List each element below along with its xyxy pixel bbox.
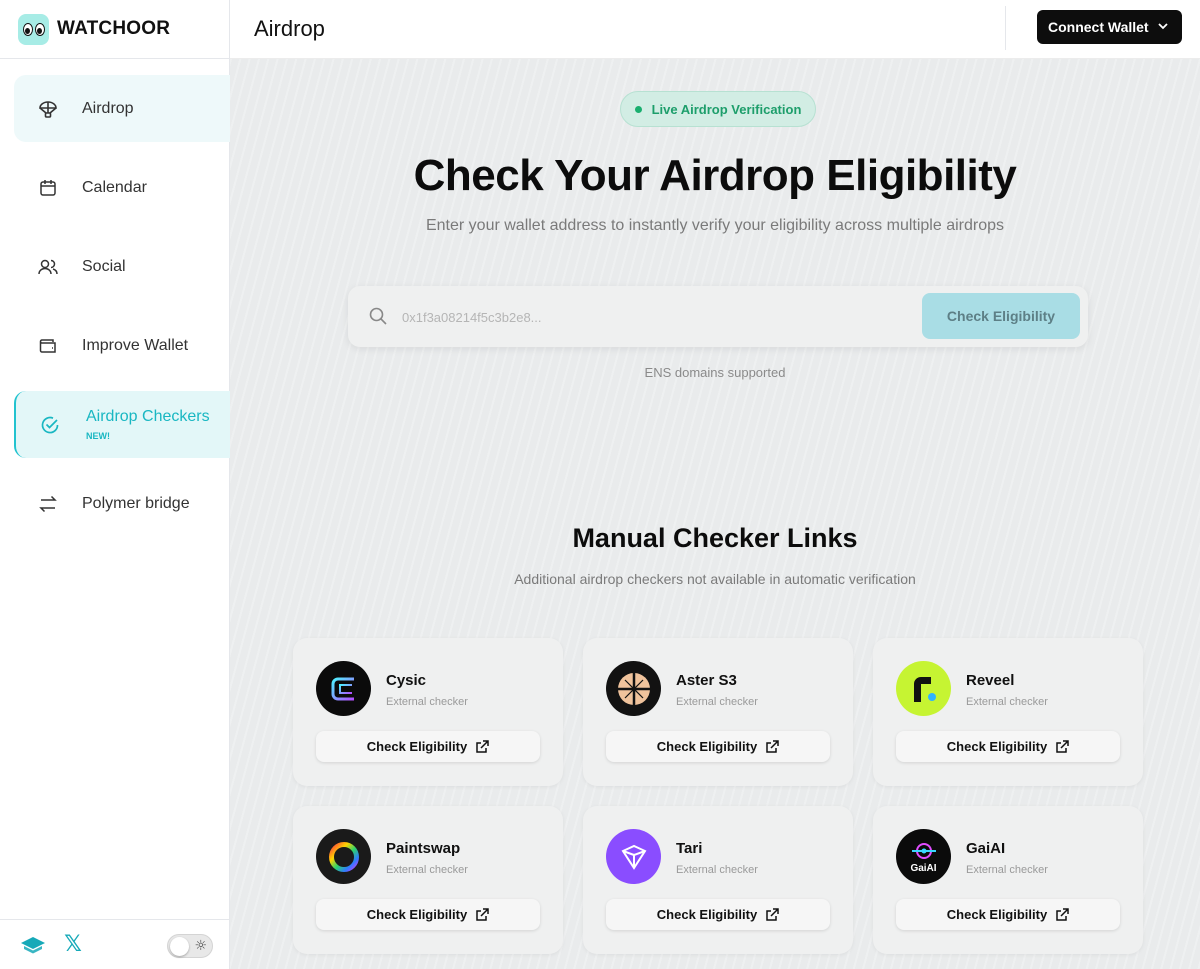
badge-label: Live Airdrop Verification [651, 101, 802, 117]
theme-toggle[interactable]: ☼ [167, 934, 213, 958]
parachute-icon [38, 99, 58, 119]
external-link-icon [476, 739, 489, 753]
checker-subtitle: External checker [966, 696, 1048, 708]
connect-wallet-label: Connect Wallet [1048, 19, 1149, 35]
wallet-icon [38, 336, 58, 356]
check-circle-icon [40, 415, 60, 435]
checker-card-tari: Tari External checker Check Eligibility [583, 806, 853, 954]
check-eligibility-button[interactable]: Check Eligibility [922, 293, 1080, 339]
check-eligibility-link[interactable]: Check Eligibility [316, 899, 540, 930]
search-icon [369, 307, 387, 325]
link-label: Check Eligibility [366, 739, 468, 754]
external-link-icon [1056, 739, 1069, 753]
checker-subtitle: External checker [676, 696, 758, 708]
external-link-icon [766, 907, 779, 921]
sidebar-item-label: Airdrop [82, 99, 134, 117]
checker-name: Paintswap [386, 840, 461, 857]
users-icon [38, 257, 58, 277]
checker-subtitle: External checker [386, 696, 468, 708]
checker-subtitle: External checker [966, 864, 1048, 876]
brand[interactable]: WATCHOOR [0, 0, 229, 59]
sidebar-item-polymer-bridge[interactable]: Polymer bridge [14, 470, 230, 537]
external-link-icon [1056, 907, 1069, 921]
swap-icon [38, 494, 58, 514]
manual-checkers-title: Manual Checker Links [572, 523, 858, 553]
checker-name: Reveel [966, 672, 1015, 689]
paintswap-logo-icon [316, 829, 371, 884]
check-eligibility-link[interactable]: Check Eligibility [896, 899, 1120, 930]
chevron-down-icon [1158, 23, 1168, 30]
header-divider [1005, 6, 1006, 50]
sidebar-item-calendar[interactable]: Calendar [14, 154, 230, 221]
tari-logo-icon [606, 829, 661, 884]
watchoor-logo-icon [18, 13, 49, 45]
check-eligibility-link[interactable]: Check Eligibility [606, 899, 830, 930]
sidebar-item-label: Airdrop Checkers [86, 407, 210, 425]
wallet-search-bar: Check Eligibility [348, 286, 1088, 347]
page-title: Airdrop [254, 16, 325, 41]
brand-name: WATCHOOR [57, 18, 171, 39]
gaiai-logo-icon: GaiAI [896, 829, 951, 884]
checker-name: Tari [676, 840, 703, 857]
sun-icon: ☼ [194, 938, 207, 954]
link-label: Check Eligibility [656, 739, 758, 754]
hero-title: Check Your Airdrop Eligibility [413, 151, 1017, 200]
check-eligibility-link[interactable]: Check Eligibility [316, 731, 540, 762]
toggle-knob [170, 937, 189, 956]
checker-card-paintswap: Paintswap External checker Check Eligibi… [293, 806, 563, 954]
external-link-icon [476, 907, 489, 921]
calendar-icon [38, 178, 58, 198]
live-verification-badge: Live Airdrop Verification [620, 91, 816, 127]
sidebar-footer: 𝕏 ☼ [0, 919, 229, 969]
stack-icon[interactable] [20, 934, 46, 956]
reveel-logo-icon [896, 661, 951, 716]
top-bar: Airdrop Connect Wallet [230, 0, 1200, 59]
checker-card-gaiai: GaiAI GaiAI External checker Check Eligi… [873, 806, 1143, 954]
checker-name: Aster S3 [676, 672, 737, 689]
check-eligibility-link[interactable]: Check Eligibility [896, 731, 1120, 762]
cysic-logo-icon [316, 661, 371, 716]
manual-checkers-subtitle: Additional airdrop checkers not availabl… [514, 571, 916, 587]
checker-card-reveel: Reveel External checker Check Eligibilit… [873, 638, 1143, 786]
link-label: Check Eligibility [946, 739, 1048, 754]
sidebar-item-label: Improve Wallet [82, 336, 189, 354]
sidebar-item-social[interactable]: Social [14, 233, 230, 300]
checker-name: GaiAI [966, 840, 1006, 857]
checker-subtitle: External checker [676, 864, 758, 876]
link-label: Check Eligibility [366, 907, 468, 922]
wallet-address-input[interactable] [402, 304, 902, 330]
sidebar-item-label: Social [82, 257, 126, 275]
sidebar-item-airdrop-checkers[interactable]: Airdrop Checkers NEW! [14, 391, 230, 458]
gaiai-logo-text: GaiAI [910, 862, 937, 874]
x-icon[interactable]: 𝕏 [60, 932, 86, 957]
checker-subtitle: External checker [386, 864, 468, 876]
main-content: Live Airdrop Verification Check Your Air… [230, 59, 1200, 969]
check-eligibility-link[interactable]: Check Eligibility [606, 731, 830, 762]
external-link-icon [766, 739, 779, 753]
sidebar-item-label: Polymer bridge [82, 494, 190, 512]
link-label: Check Eligibility [656, 907, 758, 922]
aster-logo-icon [606, 661, 661, 716]
checker-card-cysic: Cysic External checker Check Eligibility [293, 638, 563, 786]
sidebar-item-improve-wallet[interactable]: Improve Wallet [14, 312, 230, 379]
checker-name: Cysic [386, 672, 427, 689]
connect-wallet-button[interactable]: Connect Wallet [1037, 10, 1182, 44]
ens-note: ENS domains supported [644, 365, 786, 380]
sidebar: WATCHOOR Airdrop Calendar Social Improve… [0, 0, 230, 969]
checker-card-aster-s3: Aster S3 External checker Check Eligibil… [583, 638, 853, 786]
sidebar-item-label: Calendar [82, 178, 147, 196]
hero-subtitle: Enter your wallet address to instantly v… [425, 217, 1004, 234]
new-badge: NEW! [86, 431, 110, 441]
live-dot-icon [634, 105, 642, 113]
link-label: Check Eligibility [946, 907, 1048, 922]
sidebar-nav: Airdrop Calendar Social Improve Wallet A… [0, 59, 230, 537]
sidebar-item-airdrop[interactable]: Airdrop [14, 75, 230, 142]
